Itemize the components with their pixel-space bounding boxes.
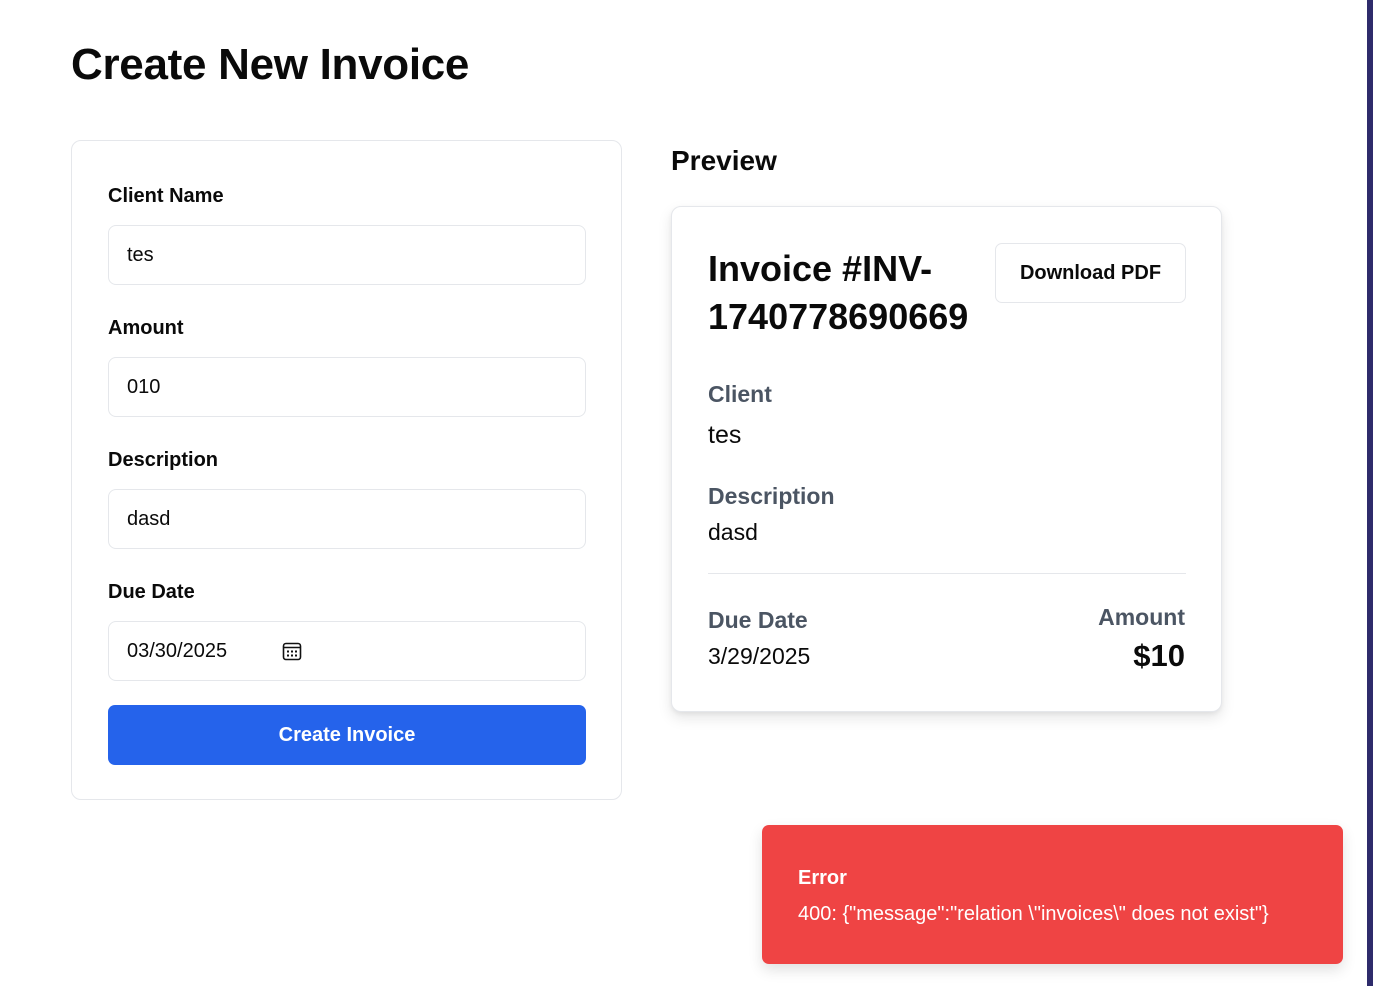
invoice-number: Invoice #INV-1740778690669 bbox=[708, 248, 969, 337]
preview-divider bbox=[708, 573, 1186, 574]
due-date-label: Due Date bbox=[108, 581, 195, 603]
error-toast[interactable]: Error 400: {"message":"relation \"invoic… bbox=[762, 825, 1343, 964]
toast-message: 400: {"message":"relation \"invoices\" d… bbox=[798, 903, 1269, 925]
amount-label: Amount bbox=[108, 317, 184, 339]
preview-heading: Preview bbox=[671, 145, 777, 176]
invoice-preview-card: Invoice #INV-1740778690669 Download PDF … bbox=[671, 206, 1222, 712]
preview-amount-label: Amount bbox=[1098, 604, 1185, 630]
description-input[interactable]: dasd bbox=[108, 489, 586, 549]
due-date-value: 03/30/2025 bbox=[127, 639, 228, 662]
preview-due-date-value: 3/29/2025 bbox=[708, 643, 811, 669]
invoice-form: Client Name tes Amount 010 Description d… bbox=[71, 140, 622, 800]
preview-amount-value: $10 bbox=[1133, 638, 1185, 673]
create-invoice-button[interactable]: Create Invoice bbox=[108, 705, 586, 765]
calendar-icon[interactable] bbox=[282, 641, 302, 661]
preview-description-value: dasd bbox=[708, 519, 758, 545]
amount-input[interactable]: 010 bbox=[108, 357, 586, 417]
page-title: Create New Invoice bbox=[71, 40, 470, 89]
preview-description-label: Description bbox=[708, 483, 835, 509]
due-date-input[interactable]: 03/30/2025 bbox=[108, 621, 586, 681]
preview-due-date-label: Due Date bbox=[708, 607, 808, 633]
client-name-label: Client Name bbox=[108, 185, 224, 207]
toast-title: Error bbox=[798, 867, 847, 889]
preview-client-value: tes bbox=[708, 421, 742, 449]
preview-client-label: Client bbox=[708, 381, 772, 407]
description-label: Description bbox=[108, 449, 219, 471]
download-pdf-button[interactable]: Download PDF bbox=[995, 243, 1186, 303]
client-name-input[interactable]: tes bbox=[108, 225, 586, 285]
window-edge bbox=[1367, 0, 1373, 986]
